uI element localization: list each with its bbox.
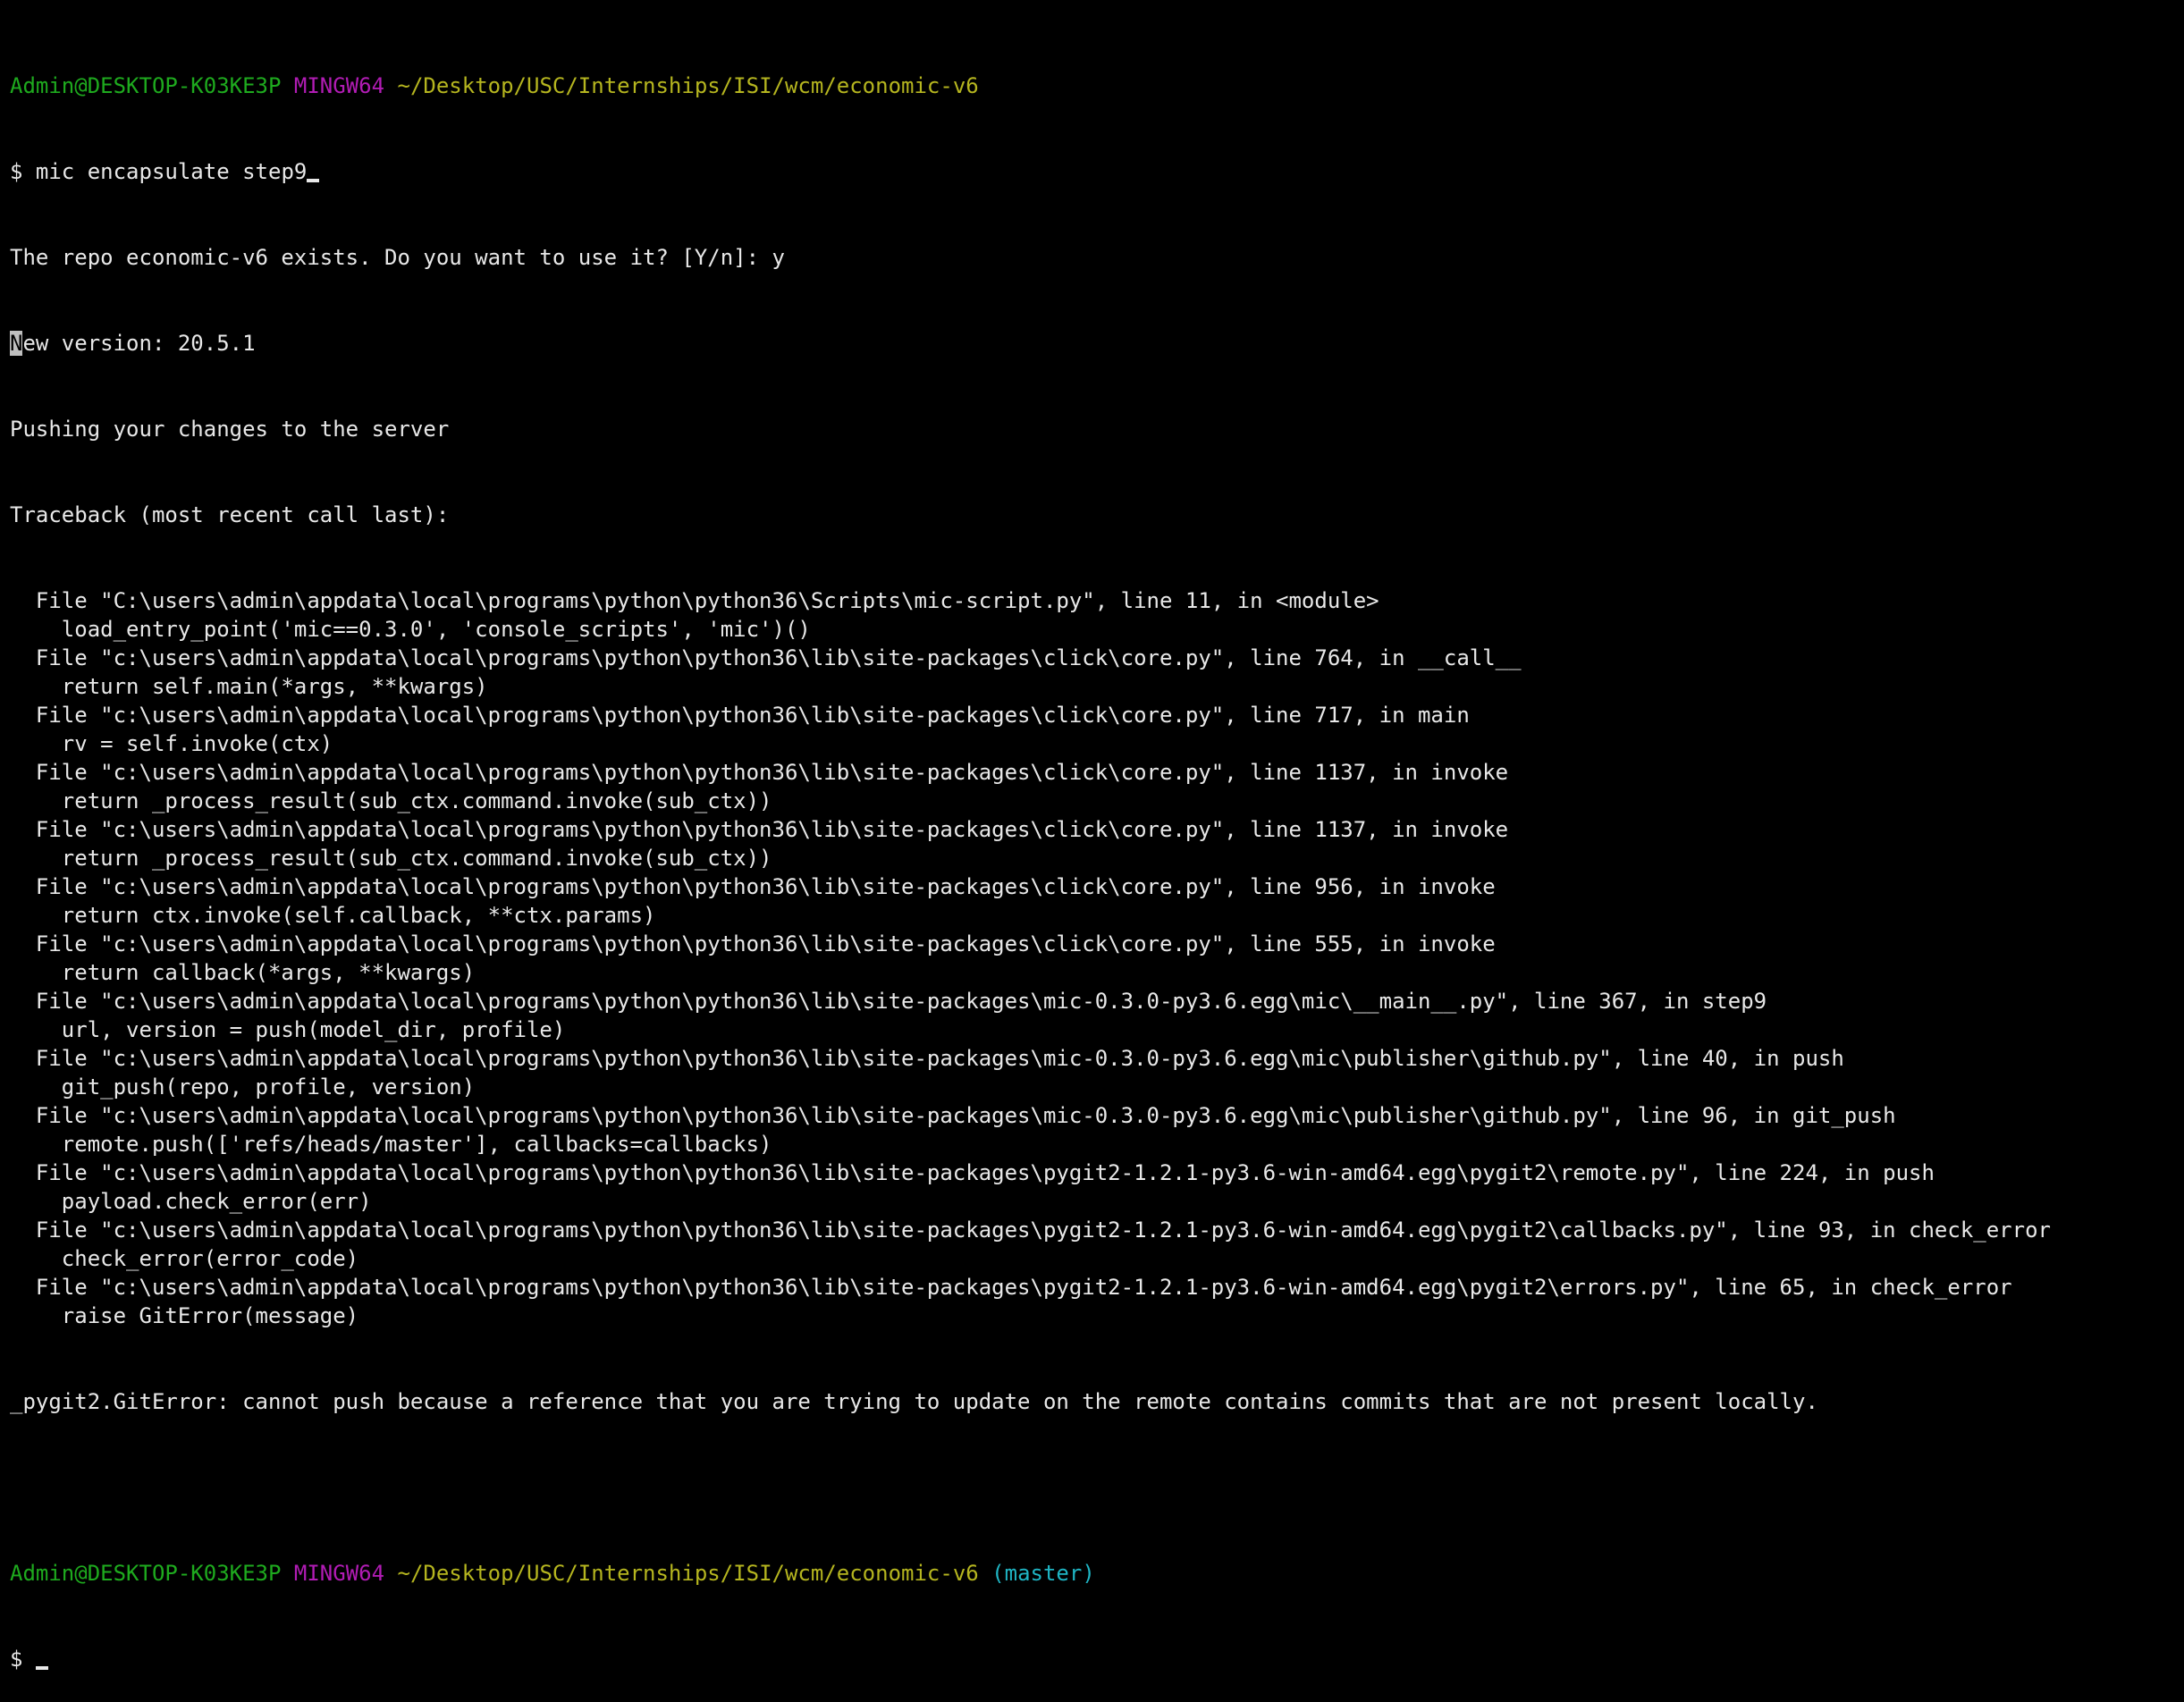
traceback-file-line: File "c:\users\admin\appdata\local\progr… [10,874,1496,899]
traceback-file-line: File "c:\users\admin\appdata\local\progr… [10,645,1522,670]
traceback-code-line: rv = self.invoke(ctx) [10,731,333,756]
prompt-line-1: Admin@DESKTOP-K03KE3P MINGW64 ~/Desktop/… [10,72,2184,100]
traceback-code-line: check_error(error_code) [10,1246,359,1271]
output-pushing: Pushing your changes to the server [10,417,450,442]
traceback-file-line: File "c:\users\admin\appdata\local\progr… [10,1160,1935,1185]
traceback-code-line: return ctx.invoke(self.callback, **ctx.p… [10,903,656,928]
traceback-file-line: File "c:\users\admin\appdata\local\progr… [10,1218,2051,1243]
traceback-code-line: return callback(*args, **kwargs) [10,960,476,985]
prompt-shell: MINGW64 [293,1561,385,1586]
prompt-shell: MINGW64 [293,73,385,98]
command-line: $ mic encapsulate step9 [10,157,2184,186]
traceback-file-line: File "c:\users\admin\appdata\local\progr… [10,989,1767,1014]
input-prefix: $ [10,1647,36,1672]
traceback-code-line: return self.main(*args, **kwargs) [10,674,488,699]
command-prefix: $ [10,159,36,184]
prompt-line-2: Admin@DESKTOP-K03KE3P MINGW64 ~/Desktop/… [10,1559,2184,1588]
traceback-block: File "C:\users\admin\appdata\local\progr… [10,586,2184,1330]
traceback-code-line: git_push(repo, profile, version) [10,1074,476,1100]
prompt-branch: (master) [991,1561,1095,1586]
command-text: mic encapsulate step9 [35,159,308,184]
traceback-file-line: File "c:\users\admin\appdata\local\progr… [10,760,1509,785]
traceback-file-line: File "c:\users\admin\appdata\local\progr… [10,931,1496,956]
prompt-path: ~/Desktop/USC/Internships/ISI/wcm/econom… [397,1561,979,1586]
error-message: _pygit2.GitError: cannot push because a … [10,1389,1818,1414]
cursor-icon[interactable] [35,1666,48,1670]
stale-cursor-icon [307,179,320,182]
new-version-first-char: N [10,331,23,356]
traceback-code-line: payload.check_error(err) [10,1189,372,1214]
traceback-code-line: url, version = push(model_dir, profile) [10,1017,566,1042]
output-repo-question: The repo economic-v6 exists. Do you want… [10,245,785,270]
traceback-code-line: return _process_result(sub_ctx.command.i… [10,788,772,813]
new-version-rest: ew version: 20.5.1 [22,331,256,356]
traceback-code-line: remote.push(['refs/heads/master'], callb… [10,1132,772,1157]
traceback-file-line: File "c:\users\admin\appdata\local\progr… [10,1275,2012,1300]
terminal-window[interactable]: Admin@DESKTOP-K03KE3P MINGW64 ~/Desktop/… [0,0,2184,1672]
traceback-header: Traceback (most recent call last): [10,502,450,527]
prompt-user-host: Admin@DESKTOP-K03KE3P [10,73,282,98]
traceback-code-line: load_entry_point('mic==0.3.0', 'console_… [10,617,811,642]
output-new-version: New version: 20.5.1 [10,329,2184,358]
prompt-user-host: Admin@DESKTOP-K03KE3P [10,1561,282,1586]
traceback-file-line: File "c:\users\admin\appdata\local\progr… [10,1103,1896,1128]
traceback-file-line: File "C:\users\admin\appdata\local\progr… [10,588,1379,613]
traceback-file-line: File "c:\users\admin\appdata\local\progr… [10,1046,1844,1071]
input-line[interactable]: $ [10,1645,2184,1673]
prompt-path: ~/Desktop/USC/Internships/ISI/wcm/econom… [397,73,979,98]
traceback-file-line: File "c:\users\admin\appdata\local\progr… [10,703,1470,728]
traceback-code-line: return _process_result(sub_ctx.command.i… [10,846,772,871]
traceback-file-line: File "c:\users\admin\appdata\local\progr… [10,817,1509,842]
traceback-code-line: raise GitError(message) [10,1303,359,1328]
